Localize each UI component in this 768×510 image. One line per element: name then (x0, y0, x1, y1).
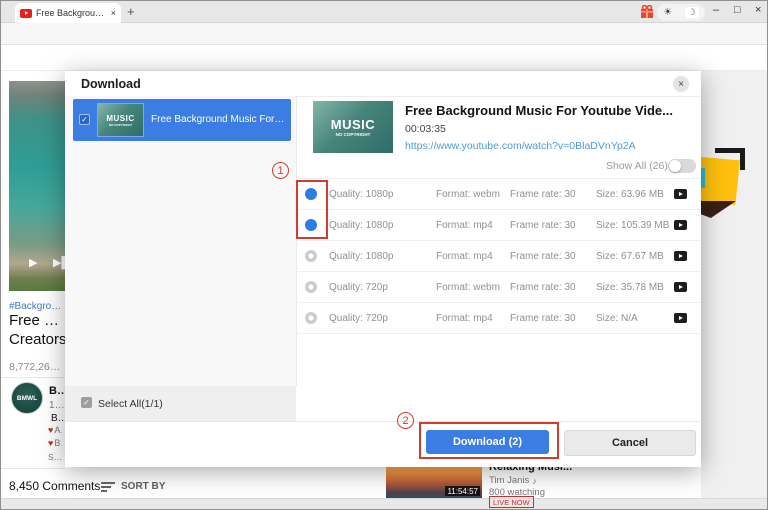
video-info-title: Free Background Music For Youtube Vide..… (405, 103, 690, 118)
show-more-link[interactable]: SHOW (48, 452, 65, 462)
video-info-duration: 00:03:35 (405, 123, 446, 135)
video-format-icon (674, 313, 687, 323)
video-list-panel: ✓ MUSIC NO COPYRIGHT Free Background Mus… (65, 96, 297, 386)
theme-toggle[interactable]: ☀ ☽ (657, 4, 705, 21)
video-player[interactable]: ▶ ▶▌ (9, 81, 65, 291)
browser-window: Free Background Mus × + ☀ ☽ – □ × ← → ↻ … (0, 0, 768, 510)
heart-icon: ♥ (48, 438, 53, 448)
video-format-icon (674, 220, 687, 230)
channel-name[interactable]: Back (49, 385, 65, 397)
dialog-close-icon[interactable]: × (673, 76, 689, 92)
item-title: Free Background Music For Youtu... (151, 114, 285, 125)
maximize-icon[interactable]: □ (734, 5, 741, 16)
minimize-icon[interactable]: – (713, 5, 719, 16)
light-mode-icon[interactable]: ☀ (663, 7, 672, 18)
divider (1, 377, 65, 378)
video-info-thumbnail: MUSIC NO COPYRIGHT (313, 101, 393, 153)
video-format-icon (674, 189, 687, 199)
select-all-row: ✓ Select All(1/1) (65, 386, 296, 421)
video-format-icon (674, 251, 687, 261)
page-right-background (701, 71, 768, 498)
title-bar: Free Background Mus × + ☀ ☽ – □ × (1, 1, 768, 23)
live-now-badge: LIVE NOW (489, 496, 534, 508)
annotation-step-2: 2 (397, 412, 414, 429)
show-all-label: Show All (26) (606, 160, 668, 172)
tab-close-icon[interactable]: × (111, 9, 116, 18)
description-line: ♥ Be (48, 438, 62, 448)
youtube-header: YouTube HK ⋮ S (1, 45, 768, 71)
gift-icon[interactable] (640, 5, 654, 19)
dialog-header: Download × (65, 71, 701, 97)
quality-row[interactable]: Quality: 720pFormat: mp4 Frame rate: 30S… (296, 303, 701, 334)
video-title-line1: Free Backgro (9, 312, 65, 329)
comments-count: 8,450 Comments (9, 479, 100, 493)
video-info-url[interactable]: https://www.youtube.com/watch?v=0BlaDVnY… (405, 140, 636, 152)
page-bottom-strip (1, 498, 768, 510)
radio-button[interactable] (305, 312, 317, 324)
pencil-graphic-stripe (701, 168, 705, 188)
browser-toolbar: ← → ↻ ⌂ https://www.youtube.com/watch?v=… (1, 23, 768, 45)
description-line: Best (51, 413, 65, 424)
radio-button[interactable] (305, 281, 317, 293)
dialog-title: Download (81, 77, 141, 91)
annotation-rect-radios (296, 180, 328, 239)
quality-row[interactable]: Quality: 1080pFormat: mp4 Frame rate: 30… (296, 210, 701, 241)
annotation-step-1: 1 (272, 162, 289, 179)
youtube-favicon (20, 9, 32, 18)
description-line: ♥ Ar (48, 425, 62, 435)
new-tab-icon[interactable]: + (127, 5, 135, 18)
subscriber-count: 103K (49, 400, 65, 411)
dark-mode-icon[interactable]: ☽ (685, 7, 699, 18)
sort-by-button[interactable]: SORT BY (121, 481, 165, 492)
video-format-icon (674, 282, 687, 292)
pencil-graphic (701, 157, 740, 205)
sort-icon[interactable] (101, 480, 115, 494)
download-dialog: Download × ✓ MUSIC NO COPYRIGHT Free Bac… (65, 71, 701, 466)
dialog-footer: Download (2) Cancel (65, 421, 701, 467)
quality-row[interactable]: Quality: 720pFormat: webm Frame rate: 30… (296, 272, 701, 303)
select-all-checkbox[interactable]: ✓ (81, 397, 92, 408)
annotation-rect-download (419, 422, 559, 459)
quality-row[interactable]: Quality: 1080pFormat: mp4 Frame rate: 30… (296, 241, 701, 272)
quality-row[interactable]: Quality: 1080pFormat: webm Frame rate: 3… (296, 179, 701, 210)
item-checkbox[interactable]: ✓ (79, 114, 90, 125)
play-icon[interactable]: ▶ (29, 256, 37, 269)
music-note-icon: ♪ (532, 476, 537, 486)
show-all-toggle[interactable] (668, 159, 696, 173)
browser-tab[interactable]: Free Background Mus × (15, 3, 121, 23)
radio-button[interactable] (305, 250, 317, 262)
cancel-button[interactable]: Cancel (564, 430, 696, 456)
video-title-line2: Creators (9, 331, 67, 348)
select-all-label: Select All(1/1) (98, 398, 163, 410)
divider (1, 468, 65, 469)
video-duration-badge: 11:54:57 (445, 486, 480, 496)
view-count: 8,772,267 views (9, 361, 65, 373)
heart-icon: ♥ (48, 425, 53, 435)
item-thumbnail: MUSIC NO COPYRIGHT (97, 103, 144, 137)
video-hashtag[interactable]: #BackgroundMus (9, 301, 65, 312)
tab-title: Free Background Mus (36, 8, 107, 18)
suggested-video-channel: Tim Janis ♪ (489, 475, 537, 486)
video-list-item-selected[interactable]: ✓ MUSIC NO COPYRIGHT Free Background Mus… (73, 99, 291, 141)
window-close-icon[interactable]: × (755, 5, 761, 16)
channel-avatar[interactable]: BMWL (11, 382, 43, 414)
quality-options-list: Quality: 1080pFormat: webm Frame rate: 3… (296, 178, 701, 330)
